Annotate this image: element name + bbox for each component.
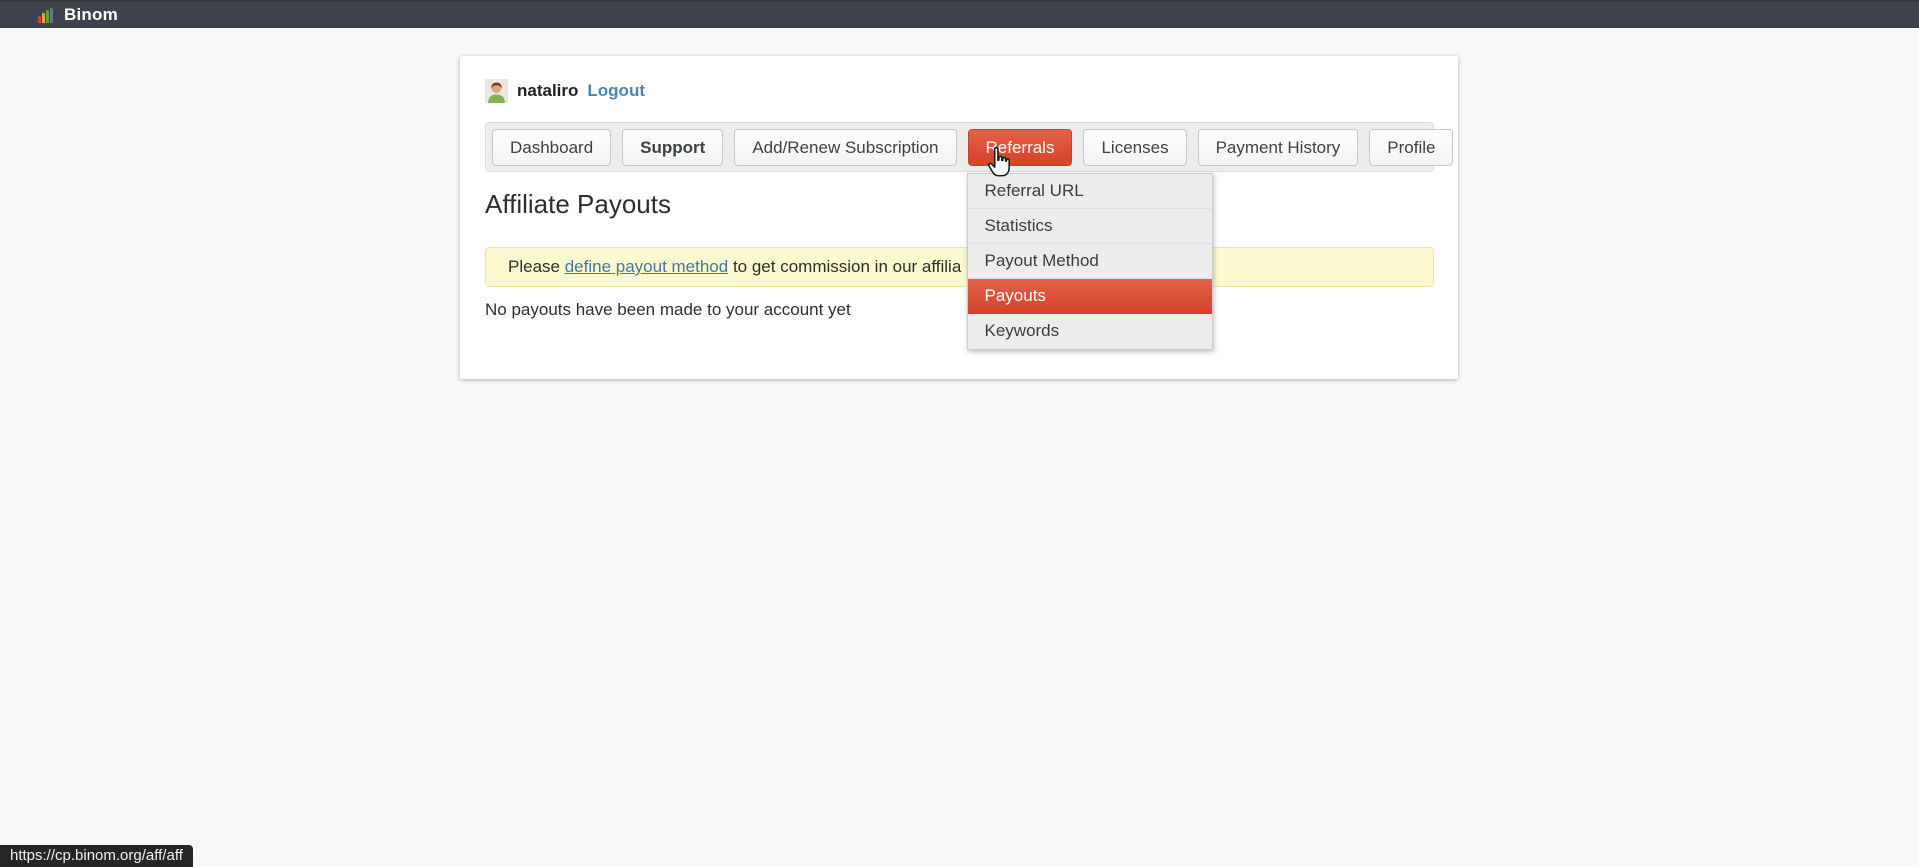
nav-item-support: Support (622, 129, 723, 166)
browser-tab-bar: Binom (0, 0, 1919, 28)
empty-payouts-message: No payouts have been made to your accoun… (485, 300, 851, 320)
main-card: nataliro Logout Dashboard Support Add/Re… (460, 56, 1458, 379)
nav-item-payment-history: Payment History (1198, 129, 1359, 166)
notice-text-suffix: to get commission in our affilia (728, 257, 961, 277)
bar-chart-icon (38, 7, 53, 23)
menu-item-keywords[interactable]: Keywords (968, 314, 1212, 349)
dashboard-button[interactable]: Dashboard (492, 129, 611, 166)
support-button[interactable]: Support (622, 129, 723, 166)
nav-item-dashboard: Dashboard (492, 129, 611, 166)
menu-item-payouts[interactable]: Payouts (968, 279, 1212, 314)
nav-item-referrals: Referrals Referral URL Statistics Payout… (968, 129, 1073, 166)
logout-link[interactable]: Logout (587, 81, 645, 101)
profile-button[interactable]: Profile (1369, 129, 1453, 166)
nav-item-licenses: Licenses (1083, 129, 1186, 166)
menu-item-referral-url[interactable]: Referral URL (968, 174, 1212, 209)
status-url-tooltip: https://cp.binom.org/aff/aff (0, 845, 193, 867)
person-avatar-icon (485, 79, 508, 103)
payment-history-button[interactable]: Payment History (1198, 129, 1359, 166)
user-row: nataliro Logout (485, 78, 645, 104)
licenses-button[interactable]: Licenses (1083, 129, 1186, 166)
browser-tab-binom[interactable]: Binom (38, 2, 118, 28)
username: nataliro (517, 81, 578, 101)
referrals-dropdown-menu: Referral URL Statistics Payout Method Pa… (967, 173, 1213, 350)
menu-item-statistics[interactable]: Statistics (968, 209, 1212, 244)
menu-item-payout-method[interactable]: Payout Method (968, 244, 1212, 279)
payout-method-notice: Please define payout method to get commi… (485, 247, 1434, 287)
nav-item-subscription: Add/Renew Subscription (734, 129, 956, 166)
referrals-button[interactable]: Referrals (968, 129, 1073, 166)
main-nav: Dashboard Support Add/Renew Subscription… (485, 122, 1434, 172)
define-payout-method-link[interactable]: define payout method (565, 257, 729, 277)
nav-item-profile: Profile (1369, 129, 1453, 166)
brand-title: Binom (64, 5, 118, 25)
page-title: Affiliate Payouts (485, 189, 671, 220)
notice-text-prefix: Please (508, 257, 565, 277)
add-renew-subscription-button[interactable]: Add/Renew Subscription (734, 129, 956, 166)
